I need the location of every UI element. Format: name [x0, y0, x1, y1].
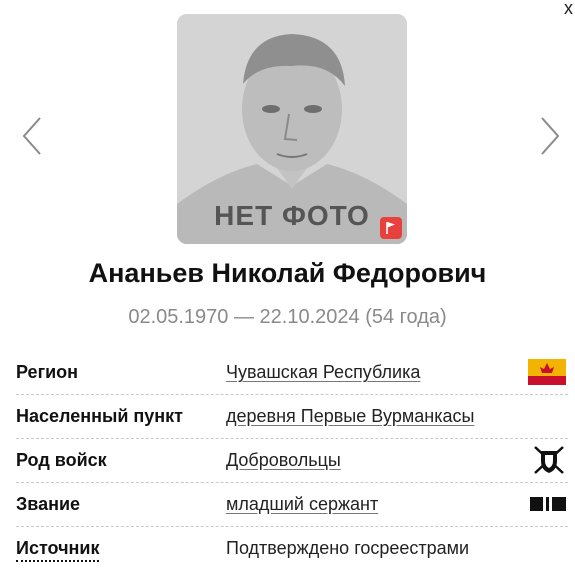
detail-row-rank: Звание младший сержант: [16, 483, 568, 527]
locality-label: Населенный пункт: [16, 406, 184, 426]
rank-insignia-icon: [530, 496, 566, 517]
locality-link[interactable]: деревня Первые Вурманкасы: [226, 406, 474, 427]
detail-row-locality: Населенный пункт деревня Первые Вурманка…: [16, 395, 568, 439]
detail-row-source: Источник Подтверждено госреестрами: [16, 527, 568, 570]
detail-row-region: Регион Чувашская Республика: [16, 351, 568, 395]
no-photo-label: НЕТ ФОТО: [214, 200, 370, 231]
region-link[interactable]: Чувашская Республика: [226, 362, 420, 383]
details-table: Регион Чувашская Республика Населенный п…: [16, 351, 568, 570]
branch-link[interactable]: Добровольцы: [226, 450, 341, 471]
rank-label: Звание: [16, 494, 81, 514]
source-label[interactable]: Источник: [16, 538, 100, 562]
volunteers-emblem-icon: [532, 445, 566, 480]
life-dates: 02.05.1970 — 22.10.2024 (54 года): [128, 306, 447, 328]
region-flag-icon: [528, 359, 566, 390]
region-label: Регион: [16, 362, 78, 382]
rank-link[interactable]: младший сержант: [226, 494, 378, 515]
close-icon[interactable]: x: [564, 0, 573, 17]
flag-icon[interactable]: [380, 217, 402, 239]
chevron-left-icon[interactable]: [20, 116, 44, 156]
chevron-right-icon[interactable]: [538, 116, 562, 156]
portrait-photo: НЕТ ФОТО: [177, 14, 407, 244]
branch-label: Род войск: [16, 450, 107, 470]
person-name: Ананьев Николай Федорович: [88, 258, 487, 288]
source-value: Подтверждено госреестрами: [226, 538, 470, 558]
detail-row-branch: Род войск Добровольцы: [16, 439, 568, 483]
